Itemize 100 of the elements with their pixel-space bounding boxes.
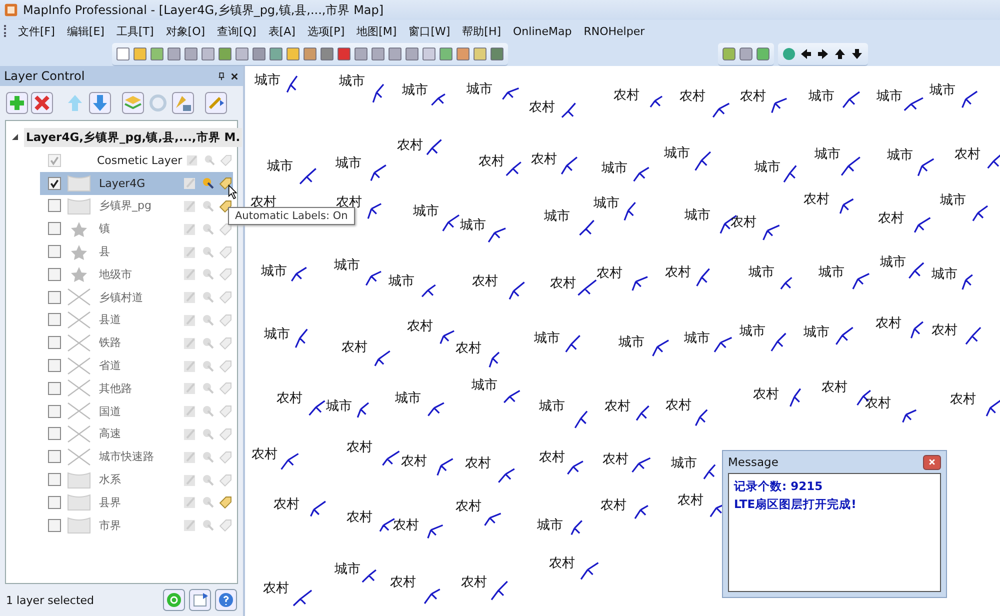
power-icon[interactable]: [163, 589, 185, 611]
map-label: 农村: [865, 396, 892, 412]
map-label: 城市: [326, 399, 352, 414]
menu-item[interactable]: 窗口[W]: [404, 24, 458, 38]
menu-item[interactable]: 工具[T]: [112, 24, 162, 38]
properties-icon[interactable]: [205, 92, 227, 114]
layer-row[interactable]: 市界: [40, 514, 233, 537]
visibility-checkbox[interactable]: [48, 427, 61, 440]
visibility-checkbox[interactable]: [48, 176, 61, 190]
layer-name: 乡镇界_pg: [99, 198, 152, 214]
layers-icon[interactable]: [122, 92, 144, 114]
layer-name: 省道: [99, 358, 122, 374]
menu-item[interactable]: 编辑[E]: [62, 24, 112, 38]
map-label: 城市: [334, 258, 360, 273]
close-button[interactable]: [923, 454, 941, 470]
panel-title: Layer Control: [4, 69, 86, 83]
map-label: 农村: [753, 386, 780, 402]
layer-row[interactable]: 地级市: [40, 262, 233, 286]
menu-item[interactable]: 表[A]: [264, 24, 304, 38]
menu-item[interactable]: 查询[Q]: [213, 24, 264, 38]
add-layer-icon[interactable]: [6, 92, 28, 114]
line-style-icon: [67, 310, 91, 329]
arrow-up-icon[interactable]: [833, 46, 847, 60]
visibility-checkbox[interactable]: [48, 473, 61, 486]
map-label: 农村: [464, 456, 491, 471]
map-label: 城市: [618, 334, 645, 350]
map-label: 城市: [254, 72, 280, 88]
visibility-checkbox[interactable]: [48, 268, 61, 281]
map-label: 农村: [550, 276, 576, 292]
remove-layer-icon[interactable]: [31, 92, 53, 114]
map-node[interactable]: Layer4G,乡镇界_pg,镇,县,...,市界 M.: [24, 128, 242, 146]
layer-row[interactable]: Cosmetic Layer: [40, 149, 233, 172]
visibility-checkbox[interactable]: [48, 313, 61, 326]
layer-row[interactable]: 高速: [40, 422, 233, 446]
menu-item[interactable]: 文件[F]: [14, 24, 63, 38]
layer-name: 县道: [99, 312, 122, 328]
menu-item[interactable]: 选项[P]: [303, 24, 353, 38]
layer-row[interactable]: 国道: [40, 400, 233, 423]
expand-icon[interactable]: [12, 134, 18, 140]
map-label: 农村: [549, 556, 576, 572]
layer-row[interactable]: 城市快速路: [40, 445, 233, 468]
arrow-left-icon[interactable]: [799, 46, 813, 60]
layer-name: 高速: [99, 426, 122, 442]
pin-icon[interactable]: [217, 72, 226, 80]
close-icon[interactable]: [230, 72, 239, 80]
visibility-checkbox[interactable]: [48, 496, 61, 509]
message-text: 记录个数: 9215: [734, 478, 824, 495]
visibility-checkbox[interactable]: [48, 518, 61, 532]
arrow-down-icon[interactable]: [850, 46, 864, 60]
map-label: 城市: [808, 89, 835, 104]
map-label: 城市: [266, 159, 293, 174]
move-down-icon[interactable]: [89, 92, 111, 114]
visibility-checkbox[interactable]: [48, 336, 61, 350]
layer-name: 县: [99, 244, 111, 260]
list-export-icon[interactable]: [189, 589, 211, 611]
layer-row[interactable]: 县道: [40, 308, 233, 332]
region-style-icon: [67, 470, 91, 489]
visibility-checkbox[interactable]: [48, 222, 61, 236]
layer-row[interactable]: Layer4G: [40, 172, 233, 195]
layer-row[interactable]: 省道: [40, 354, 233, 377]
map-label: 农村: [876, 316, 902, 331]
map-label: 城市: [739, 324, 766, 339]
help-icon[interactable]: [215, 589, 237, 611]
visibility-checkbox[interactable]: [48, 450, 61, 464]
map-label: 农村: [341, 340, 368, 356]
visibility-checkbox[interactable]: [48, 404, 61, 418]
layer-row[interactable]: 乡镇村道: [40, 286, 233, 309]
map-label: 城市: [931, 267, 958, 282]
map-label: 农村: [336, 194, 362, 210]
map-label: 农村: [346, 440, 373, 456]
layer-row[interactable]: 其他路: [40, 376, 233, 400]
map-label: 农村: [400, 454, 427, 469]
label-tag-icon[interactable]: [219, 176, 233, 190]
visibility-checkbox[interactable]: [48, 290, 61, 304]
visibility-checkbox[interactable]: [48, 359, 61, 372]
menu-item[interactable]: 帮助[H]: [458, 24, 510, 38]
layer-row[interactable]: 铁路: [40, 331, 233, 354]
visibility-checkbox[interactable]: [48, 382, 61, 395]
message-text: LTE扇区图层打开完成!: [734, 496, 858, 513]
menu-item[interactable]: OnlineMap: [509, 24, 580, 38]
map-label: 农村: [531, 152, 558, 167]
line-style-icon: [67, 334, 91, 352]
map-label: 农村: [600, 498, 626, 512]
menu-item[interactable]: RNOHelper: [580, 24, 653, 38]
layer-row[interactable]: 县: [40, 240, 233, 263]
window-title: MapInfo Professional - [Layer4G,乡镇界_pg,镇,县,...,市界 Map]: [23, 2, 384, 18]
menu-item[interactable]: 地图[M]: [352, 24, 405, 38]
layer-row[interactable]: 水系: [40, 468, 233, 491]
select-arrow-icon[interactable]: [201, 176, 215, 190]
layer-name: Cosmetic Layer: [97, 154, 182, 167]
map-label: 城市: [339, 74, 366, 90]
menu-item[interactable]: 对象[O]: [162, 24, 214, 38]
arrow-right-icon[interactable]: [816, 46, 830, 60]
layer-row[interactable]: 县界: [40, 490, 233, 514]
visibility-checkbox[interactable]: [48, 245, 61, 258]
visibility-checkbox[interactable]: [48, 199, 61, 212]
map-label: 农村: [472, 274, 498, 289]
visibility-checkbox[interactable]: [48, 154, 61, 167]
label-tool-icon[interactable]: [172, 92, 194, 114]
map-label: 农村: [456, 341, 482, 356]
